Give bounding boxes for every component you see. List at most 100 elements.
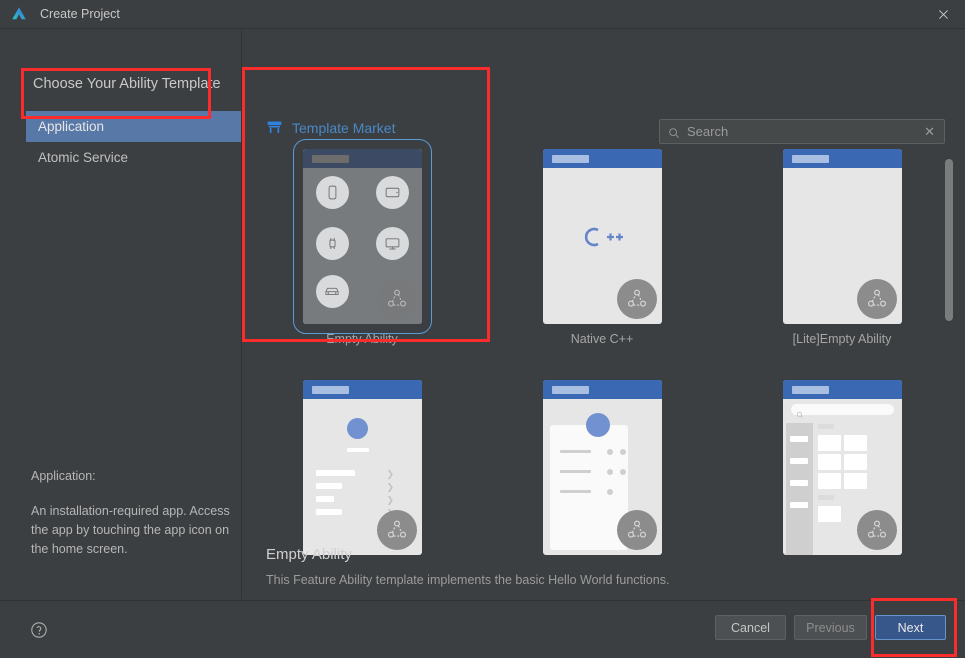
thumb-sidebar: [785, 423, 813, 555]
previous-button[interactable]: Previous: [794, 615, 867, 640]
storefront-icon: [266, 119, 283, 136]
close-icon[interactable]: [921, 0, 965, 28]
option-dot: [619, 469, 626, 475]
sidebar-item-atomic-service[interactable]: Atomic Service: [26, 142, 241, 173]
template-market-label: Template Market: [292, 119, 396, 136]
thumb-header-pill: [311, 155, 349, 163]
placeholder-line: [559, 490, 591, 493]
title-bar: Create Project: [0, 0, 965, 29]
placeholder-line: [789, 436, 808, 442]
distributed-share-icon: [616, 279, 657, 319]
template-card-catalog[interactable]: [722, 380, 962, 563]
content-panel: [549, 425, 628, 550]
avatar: [585, 413, 610, 437]
placeholder-line: [315, 509, 342, 515]
thumb-header-pill: [791, 386, 829, 394]
thumb-header-pill: [551, 386, 589, 394]
template-card-empty-ability[interactable]: Empty Ability: [242, 139, 482, 346]
chevron-right-icon: ❯: [386, 469, 395, 479]
placeholder-line: [789, 458, 808, 464]
template-card-native-cpp[interactable]: Native C++: [482, 149, 722, 346]
placeholder-line: [559, 470, 591, 473]
search-placeholder: Search: [687, 124, 729, 139]
catalog-tile: [843, 435, 867, 451]
page-title: Choose Your Ability Template: [33, 76, 221, 92]
template-thumbnail: ❯ ❯ ❯ ❯: [302, 380, 422, 555]
option-dot: [606, 469, 613, 475]
template-thumbnail: [542, 380, 662, 555]
application-description: Application: An installation-required ap…: [31, 467, 231, 559]
create-project-dialog: Create Project Choose Your Ability Templ…: [0, 0, 965, 658]
tv-icon: [375, 227, 409, 260]
phone-icon: [315, 176, 349, 209]
placeholder-line: [789, 480, 808, 486]
catalog-tile: [843, 473, 867, 489]
option-dot: [606, 489, 613, 495]
catalog-tile: [817, 473, 841, 489]
distributed-share-icon: [856, 279, 897, 319]
window-title: Create Project: [40, 7, 120, 21]
selected-template-name: Empty Ability: [266, 546, 352, 563]
catalog-tile: [843, 454, 867, 470]
placeholder-line: [346, 448, 369, 452]
clear-x-icon[interactable]: ✕: [924, 124, 935, 140]
next-button[interactable]: Next: [875, 615, 946, 640]
left-pane: Choose Your Ability Template Application…: [0, 29, 242, 599]
placeholder-line: [559, 450, 591, 453]
section-heading: [817, 424, 834, 429]
template-card-list[interactable]: ❯ ❯ ❯ ❯: [242, 380, 482, 563]
scrollbar-thumb[interactable]: [945, 159, 953, 321]
template-thumbnail: [782, 380, 902, 555]
ability-template-list: Application Atomic Service: [26, 111, 241, 173]
search-input[interactable]: Search ✕: [659, 119, 945, 144]
watch-icon: [315, 227, 349, 260]
placeholder-line: [789, 502, 808, 508]
template-card-lite-empty-ability[interactable]: [Lite]Empty Ability: [722, 149, 962, 346]
catalog-tile: [817, 435, 841, 451]
placeholder-line: [315, 483, 342, 489]
distributed-share-icon: [856, 510, 897, 550]
template-market-link[interactable]: Template Market: [266, 119, 395, 136]
distributed-share-icon: [616, 510, 657, 550]
dialog-content: Choose Your Ability Template Application…: [0, 29, 965, 599]
avatar: [346, 418, 368, 439]
selected-template-text: This Feature Ability template implements…: [266, 573, 670, 587]
template-label: Empty Ability: [326, 332, 398, 346]
chevron-right-icon: ❯: [386, 482, 395, 492]
sidebar-item-label: Atomic Service: [38, 150, 129, 165]
description-text: An installation-required app. Access the…: [31, 504, 230, 556]
right-pane: Template Market Search ✕ Empty Ability N…: [242, 29, 965, 599]
catalog-tile: [817, 454, 841, 470]
template-thumbnail: [782, 149, 902, 324]
cpp-icon: [581, 224, 625, 255]
option-dot: [606, 449, 613, 455]
sidebar-item-label: Application: [38, 119, 105, 134]
sidebar-item-application[interactable]: Application: [26, 111, 241, 142]
template-label: Native C++: [570, 332, 634, 346]
deveco-logo-icon: [10, 5, 28, 23]
placeholder-line: [315, 496, 334, 502]
tablet-icon: [375, 176, 409, 209]
help-circle-icon[interactable]: [30, 621, 48, 639]
cancel-button[interactable]: Cancel: [715, 615, 786, 640]
search-icon: [796, 406, 804, 424]
template-thumbnail: [292, 139, 432, 334]
catalog-tile: [817, 506, 841, 522]
distributed-share-icon: [376, 510, 417, 550]
option-dot: [619, 449, 626, 455]
section-heading: [817, 495, 834, 500]
template-card-settings[interactable]: [482, 380, 722, 563]
selected-template-description: Empty Ability This Feature Ability templ…: [266, 546, 669, 587]
thumb-search-field: [790, 404, 894, 415]
template-label: [Lite]Empty Ability: [792, 332, 892, 346]
scrollbar[interactable]: [945, 154, 953, 599]
template-grid: Empty Ability Native C++ [Lite]Empty Abi…: [242, 139, 965, 555]
car-icon: [315, 275, 349, 308]
description-label: Application:: [31, 469, 96, 483]
thumb-header-pill: [311, 386, 349, 394]
chevron-right-icon: ❯: [386, 495, 395, 505]
thumb-header-pill: [791, 155, 829, 163]
template-thumbnail: [542, 149, 662, 324]
thumb-header-pill: [551, 155, 589, 163]
placeholder-line: [315, 470, 355, 476]
